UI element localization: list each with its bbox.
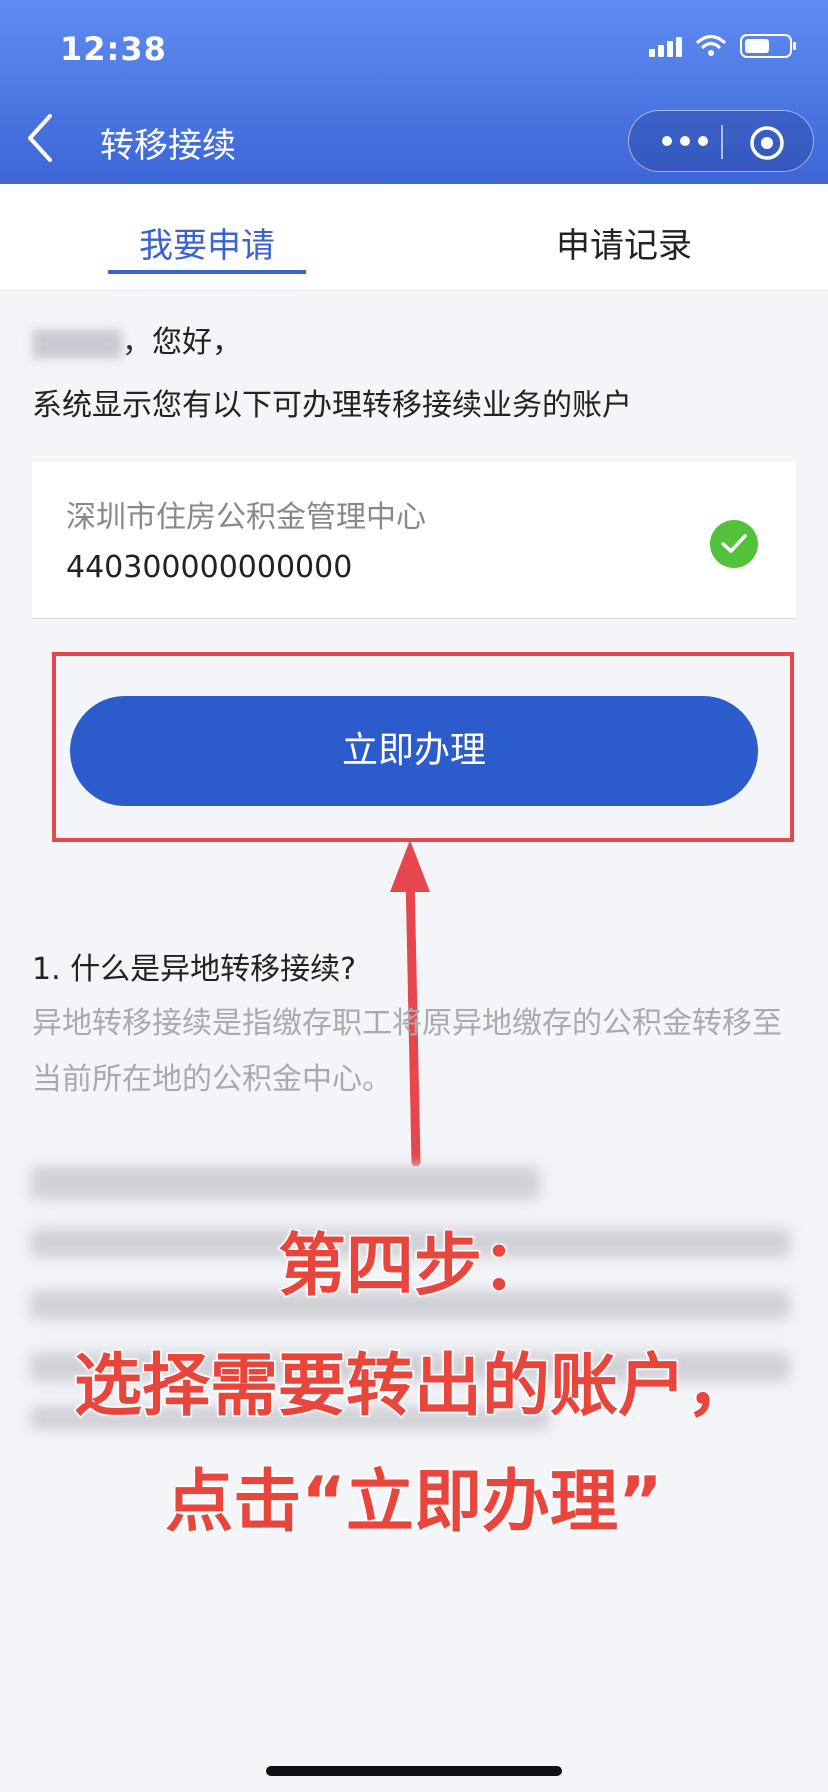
faq-question: 1. 什么是异地转移接续?	[32, 952, 357, 987]
status-time: 12:38	[60, 30, 167, 68]
signal-icon	[649, 35, 682, 57]
capsule-divider	[721, 125, 723, 159]
account-name: 深圳市住房公积金管理中心	[66, 500, 426, 535]
tab-bar: 我要申请 申请记录	[0, 184, 828, 291]
greeting: ，您好，	[32, 322, 242, 364]
greeting-message: 系统显示您有以下可办理转移接续业务的账户	[32, 388, 632, 423]
tab-records[interactable]: 申请记录	[556, 218, 692, 267]
miniprogram-capsule	[628, 110, 814, 172]
close-miniprogram-icon[interactable]	[747, 123, 787, 163]
annotation-step-title: 第四步：	[276, 1226, 551, 1308]
annotation-step-line3: 点击“立即办理”	[164, 1462, 664, 1544]
check-icon[interactable]	[710, 520, 758, 568]
more-icon[interactable]	[653, 127, 723, 155]
tab-apply[interactable]: 我要申请	[139, 218, 275, 267]
apply-now-button[interactable]: 立即办理	[70, 696, 758, 806]
app-header: 12:38 转移接续	[0, 0, 828, 184]
active-tab-indicator	[108, 270, 306, 274]
home-indicator[interactable]	[266, 1766, 562, 1776]
greeting-suffix: ，您好，	[122, 325, 242, 360]
blurred-user-name	[32, 328, 122, 359]
account-number: 440300000000000	[66, 550, 353, 585]
page-title: 转移接续	[100, 126, 236, 166]
status-icons	[649, 34, 796, 58]
annotation-step-line2: 选择需要转出的账户，	[72, 1346, 755, 1428]
account-card[interactable]: 深圳市住房公积金管理中心 440300000000000	[32, 462, 796, 619]
faq-answer: 异地转移接续是指缴存职工将原异地缴存的公积金转移至当前所在地的公积金中心。	[32, 1006, 782, 1097]
back-arrow-icon[interactable]	[24, 112, 56, 164]
wifi-icon	[696, 34, 726, 56]
battery-icon	[740, 34, 796, 58]
